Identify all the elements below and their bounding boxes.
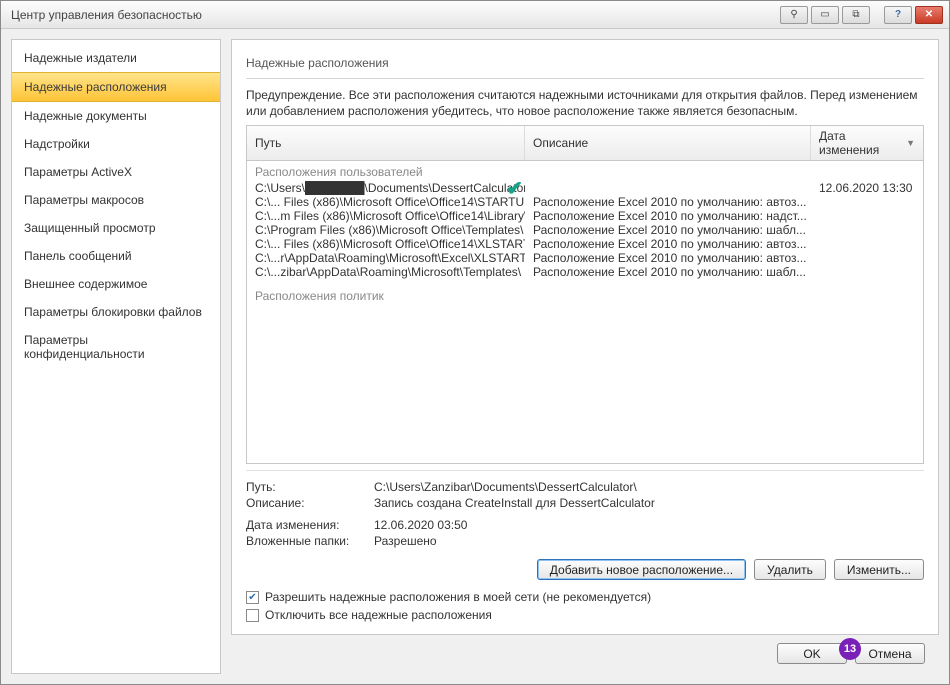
- detail-subfolders-label: Вложенные папки:: [246, 534, 374, 548]
- group-user-locations: Расположения пользователей: [247, 163, 923, 181]
- titlebar-buttons: ⚲ ▭ ⧉ ? ✕: [780, 6, 943, 24]
- titlebar-pin-icon[interactable]: ⚲: [780, 6, 808, 24]
- sidebar-item-trusted-publishers[interactable]: Надежные издатели: [12, 44, 220, 72]
- sidebar-item-label: Надежные расположения: [24, 80, 167, 94]
- location-buttons: Добавить новое расположение... Удалить И…: [246, 553, 924, 588]
- sidebar-item-label: Панель сообщений: [24, 249, 132, 263]
- detail-date-label: Дата изменения:: [246, 518, 374, 532]
- table-row[interactable]: C:\Users\███████\Documents\DessertCalcul…: [247, 181, 923, 195]
- sidebar: Надежные издатели Надежные расположения …: [11, 39, 221, 674]
- detail-desc-label: Описание:: [246, 496, 374, 510]
- col-path[interactable]: Путь: [247, 126, 525, 160]
- table-row[interactable]: C:\... Files (x86)\Microsoft Office\Offi…: [247, 195, 923, 209]
- step-badge: 13: [839, 638, 861, 660]
- allow-network-row: ✔ Разрешить надежные расположения в моей…: [246, 588, 924, 606]
- table-row[interactable]: C:\...m Files (x86)\Microsoft Office\Off…: [247, 209, 923, 223]
- titlebar-restore-icon[interactable]: ▭: [811, 6, 839, 24]
- sort-desc-icon: ▼: [906, 138, 915, 148]
- table-row[interactable]: C:\... Files (x86)\Microsoft Office\Offi…: [247, 237, 923, 251]
- disable-all-checkbox[interactable]: [246, 609, 259, 622]
- allow-network-label: Разрешить надежные расположения в моей с…: [265, 590, 651, 604]
- allow-network-checkbox[interactable]: ✔: [246, 591, 259, 604]
- table-row[interactable]: C:\...r\AppData\Roaming\Microsoft\Excel\…: [247, 251, 923, 265]
- table-row[interactable]: C:\...zibar\AppData\Roaming\Microsoft\Te…: [247, 265, 923, 279]
- sidebar-item-privacy[interactable]: Параметры конфиденциальности: [12, 326, 220, 368]
- table-header: Путь Описание Дата изменения▼: [247, 126, 923, 161]
- sidebar-item-external-content[interactable]: Внешнее содержимое: [12, 270, 220, 298]
- col-desc[interactable]: Описание: [525, 126, 811, 160]
- dialog-footer: 13 OK Отмена: [231, 635, 939, 674]
- sidebar-item-label: Параметры конфиденциальности: [24, 333, 145, 361]
- detail-subfolders-value: Разрешено: [374, 534, 437, 548]
- titlebar-close-icon[interactable]: ✕: [915, 6, 943, 24]
- table-row[interactable]: C:\Program Files (x86)\Microsoft Office\…: [247, 223, 923, 237]
- remove-location-button[interactable]: Удалить: [754, 559, 826, 580]
- disable-all-row: Отключить все надежные расположения: [246, 606, 924, 624]
- dialog-body: Надежные издатели Надежные расположения …: [1, 29, 949, 684]
- sidebar-item-label: Параметры макросов: [24, 193, 144, 207]
- detail-date-value: 12.06.2020 03:50: [374, 518, 467, 532]
- add-location-button[interactable]: Добавить новое расположение...: [537, 559, 746, 580]
- group-policy-locations: Расположения политик: [247, 287, 923, 305]
- disable-all-label: Отключить все надежные расположения: [265, 608, 492, 622]
- details-panel: Путь:C:\Users\Zanzibar\Documents\Dessert…: [246, 470, 924, 553]
- main-panel: Надежные расположения Предупреждение. Вс…: [231, 39, 939, 674]
- sidebar-item-label: Надстройки: [24, 137, 90, 151]
- titlebar: Центр управления безопасностью ⚲ ▭ ⧉ ? ✕: [1, 1, 949, 29]
- trust-center-dialog: Центр управления безопасностью ⚲ ▭ ⧉ ? ✕…: [0, 0, 950, 685]
- section-title: Надежные расположения: [246, 50, 924, 79]
- edit-location-button[interactable]: Изменить...: [834, 559, 924, 580]
- table-body: Расположения пользователей C:\Users\████…: [247, 161, 923, 463]
- main-inner: Надежные расположения Предупреждение. Вс…: [231, 39, 939, 635]
- titlebar-help-icon[interactable]: ?: [884, 6, 912, 24]
- window-title: Центр управления безопасностью: [7, 8, 780, 22]
- sidebar-item-label: Надежные документы: [24, 109, 147, 123]
- sidebar-item-file-block[interactable]: Параметры блокировки файлов: [12, 298, 220, 326]
- sidebar-item-label: Параметры ActiveX: [24, 165, 132, 179]
- warning-text: Предупреждение. Все эти расположения счи…: [246, 87, 924, 119]
- sidebar-item-message-bar[interactable]: Панель сообщений: [12, 242, 220, 270]
- sidebar-item-trusted-documents[interactable]: Надежные документы: [12, 102, 220, 130]
- cancel-button[interactable]: Отмена: [855, 643, 925, 664]
- sidebar-item-addins[interactable]: Надстройки: [12, 130, 220, 158]
- detail-desc-value: Запись создана CreateInstall для Dessert…: [374, 496, 655, 510]
- col-date[interactable]: Дата изменения▼: [811, 126, 923, 160]
- sidebar-item-label: Внешнее содержимое: [24, 277, 147, 291]
- titlebar-window-icon[interactable]: ⧉: [842, 6, 870, 24]
- ok-button[interactable]: OK: [777, 643, 847, 664]
- detail-path-value: C:\Users\Zanzibar\Documents\DessertCalcu…: [374, 480, 637, 494]
- sidebar-item-label: Защищенный просмотр: [24, 221, 156, 235]
- detail-path-label: Путь:: [246, 480, 374, 494]
- sidebar-item-label: Параметры блокировки файлов: [24, 305, 202, 319]
- sidebar-item-trusted-locations[interactable]: Надежные расположения: [12, 72, 220, 102]
- locations-table: Путь Описание Дата изменения▼ Расположен…: [246, 125, 924, 464]
- sidebar-item-macro-settings[interactable]: Параметры макросов: [12, 186, 220, 214]
- sidebar-item-activex[interactable]: Параметры ActiveX: [12, 158, 220, 186]
- checkmark-icon: ✔: [506, 181, 523, 195]
- sidebar-item-protected-view[interactable]: Защищенный просмотр: [12, 214, 220, 242]
- sidebar-item-label: Надежные издатели: [24, 51, 137, 65]
